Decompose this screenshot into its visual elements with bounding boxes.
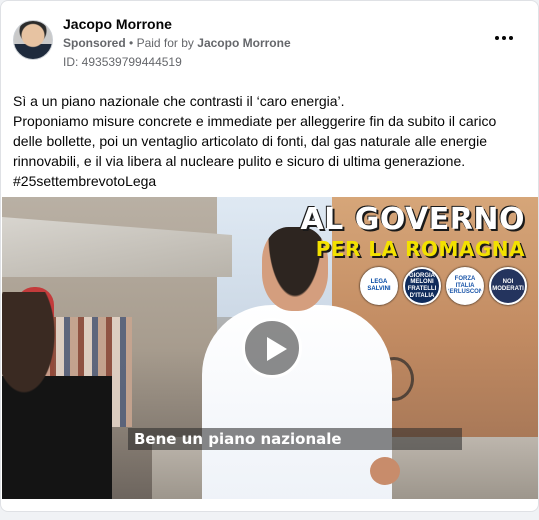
sponsored-label[interactable]: Sponsored [63, 36, 126, 50]
sponsored-line: Sponsored • Paid for by Jacopo Morrone [63, 36, 291, 50]
post-body: Sì a un piano nazionale che contrasti il… [13, 91, 528, 191]
hashtag-link[interactable]: #25settembrevotoLega [13, 171, 528, 191]
fratelli-ditalia-logo: GIORGIA MELONI FRATELLI D'ITALIA [403, 267, 441, 305]
video-person-left [2, 292, 112, 499]
more-options-button[interactable] [490, 26, 518, 50]
play-icon[interactable] [242, 318, 302, 378]
video-overlay-title: AL GOVERNO PER LA ROMAGNA [300, 202, 525, 261]
paid-for-name[interactable]: Jacopo Morrone [197, 36, 290, 50]
noi-moderati-logo: NOI MODERATI [489, 267, 527, 305]
forza-italia-logo: FORZA ITALIA BERLUSCONI [446, 267, 484, 305]
ad-post-card: Jacopo Morrone Sponsored • Paid for by J… [0, 0, 539, 512]
video-player[interactable]: AL GOVERNO PER LA ROMAGNA LEGA SALVINI G… [2, 197, 538, 499]
ellipsis-horizontal-icon [495, 36, 499, 40]
separator-dot: • [129, 36, 134, 50]
overlay-line-1: AL GOVERNO [300, 202, 525, 237]
body-line-1: Sì a un piano nazionale che contrasti il… [13, 93, 345, 109]
overlay-line-2: PER LA ROMAGNA [315, 237, 525, 261]
speaker-hand [370, 457, 400, 485]
author-name[interactable]: Jacopo Morrone [63, 16, 172, 32]
party-logos: LEGA SALVINI GIORGIA MELONI FRATELLI D'I… [360, 267, 527, 305]
paid-for-prefix: Paid for by [136, 36, 194, 50]
author-avatar[interactable] [13, 20, 53, 60]
video-caption: Bene un piano nazionale [128, 428, 462, 450]
body-paragraph: Proponiamo misure concrete e immediate p… [13, 113, 497, 169]
ad-id: ID: 493539799444519 [63, 55, 182, 69]
lega-logo: LEGA SALVINI [360, 267, 398, 305]
post-header: Jacopo Morrone Sponsored • Paid for by J… [13, 13, 526, 71]
